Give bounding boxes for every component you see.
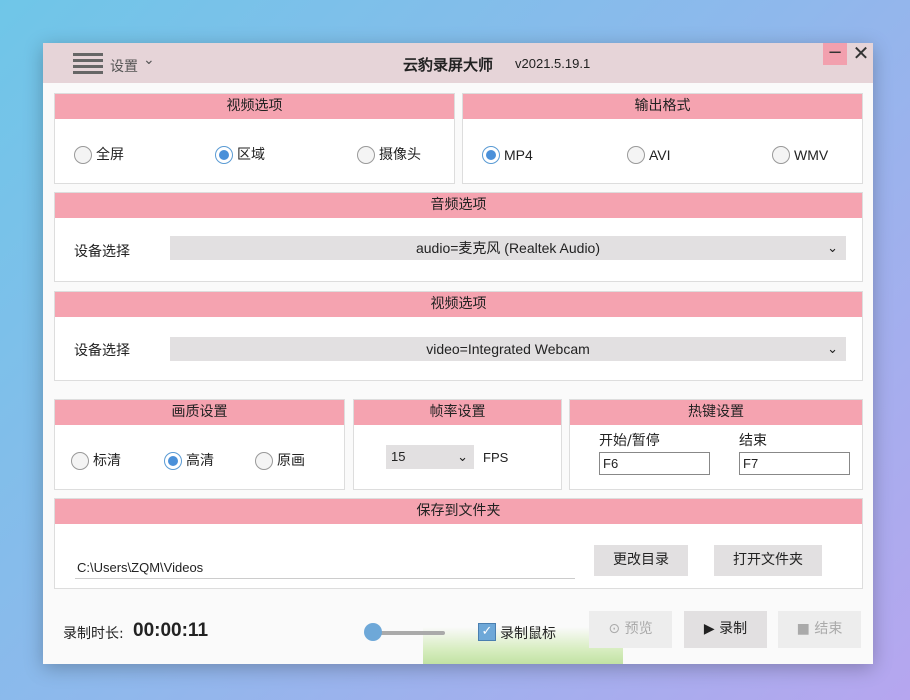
radio-label: 全屏 xyxy=(96,147,124,163)
app-title: 云豹录屏大师 xyxy=(403,56,494,74)
radio-circle xyxy=(255,452,273,470)
radio-circle xyxy=(215,146,233,164)
fps-select[interactable]: 15 ⌄ xyxy=(386,445,474,469)
audio-device-select[interactable]: audio=麦克风 (Realtek Audio) ⌄ xyxy=(170,236,846,260)
radio-hd[interactable]: 高清 xyxy=(164,452,214,470)
panel-title: 热键设置 xyxy=(570,400,862,425)
end-hotkey-input[interactable]: F7 xyxy=(739,452,850,475)
hotkeys-panel: 热键设置 开始/暂停 F6 结束 F7 xyxy=(569,399,863,490)
video-options-panel: 视频选项 全屏 区域 摄像头 xyxy=(54,93,455,184)
duration-value: 00:00:11 xyxy=(133,620,209,641)
quality-panel: 画质设置 标清 高清 原画 xyxy=(54,399,345,490)
app-version: v2021.5.19.1 xyxy=(515,56,591,71)
record-cursor-label[interactable]: 录制鼠标 xyxy=(500,623,556,643)
preview-label: 预览 xyxy=(624,621,653,637)
radio-camera[interactable]: 摄像头 xyxy=(357,146,421,164)
stop-label: 结束 xyxy=(814,621,843,637)
radio-label: 高清 xyxy=(186,453,214,469)
radio-circle xyxy=(357,146,375,164)
audio-options-panel: 音频选项 设备选择 audio=麦克风 (Realtek Audio) ⌄ xyxy=(54,192,863,282)
volume-slider[interactable] xyxy=(373,631,445,635)
video-device-select[interactable]: video=Integrated Webcam ⌄ xyxy=(170,337,846,361)
settings-menu-label[interactable]: 设置 xyxy=(110,56,138,76)
radio-label: 原画 xyxy=(277,453,305,469)
preview-button[interactable]: ⊙ 预览 xyxy=(589,611,672,648)
radio-circle xyxy=(74,146,92,164)
radio-wmv[interactable]: WMV xyxy=(772,146,828,164)
chevron-down-icon: ⌄ xyxy=(827,240,838,255)
device-select-label: 设备选择 xyxy=(74,343,130,359)
chevron-down-icon[interactable]: ⌄ xyxy=(143,52,155,68)
fps-unit: FPS xyxy=(483,450,509,465)
record-label: 录制 xyxy=(719,621,748,637)
radio-label: WMV xyxy=(794,147,829,163)
radio-circle xyxy=(164,452,182,470)
radio-fullscreen[interactable]: 全屏 xyxy=(74,146,124,164)
radio-region[interactable]: 区域 xyxy=(215,146,265,164)
video-device-panel: 视频选项 设备选择 video=Integrated Webcam ⌄ xyxy=(54,291,863,381)
save-path-field[interactable]: C:\Users\ZQM\Videos xyxy=(75,557,575,579)
title-bar: 设置 ⌄ 云豹录屏大师 v2021.5.19.1 − ✕ xyxy=(43,43,873,83)
stop-button[interactable]: ■ 结束 xyxy=(778,611,861,648)
close-button[interactable]: ✕ xyxy=(849,43,873,65)
slider-thumb[interactable] xyxy=(364,623,382,641)
panel-title: 视频选项 xyxy=(55,94,454,119)
panel-title: 视频选项 xyxy=(55,292,862,317)
panel-title: 音频选项 xyxy=(55,193,862,218)
radio-label: 摄像头 xyxy=(379,147,421,163)
panel-title: 帧率设置 xyxy=(354,400,561,425)
save-folder-panel: 保存到文件夹 C:\Users\ZQM\Videos 更改目录 打开文件夹 xyxy=(54,498,863,589)
play-circle-icon: ⊙ xyxy=(608,621,621,637)
chevron-down-icon: ⌄ xyxy=(457,449,468,464)
audio-device-value: audio=麦克风 (Realtek Audio) xyxy=(415,240,601,256)
record-button[interactable]: ▶ 录制 xyxy=(684,611,767,648)
start-hotkey-input[interactable]: F6 xyxy=(599,452,710,475)
bottom-bar: 录制时长: 00:00:11 ✓ 录制鼠标 ⊙ 预览 ▶ 录制 ■ 结束 xyxy=(43,603,873,664)
radio-circle xyxy=(71,452,89,470)
radio-circle xyxy=(627,146,645,164)
radio-label: AVI xyxy=(649,147,671,163)
radio-circle xyxy=(772,146,790,164)
framerate-panel: 帧率设置 15 ⌄ FPS xyxy=(353,399,562,490)
radio-label: MP4 xyxy=(504,147,533,163)
panel-title: 输出格式 xyxy=(463,94,862,119)
end-hotkey-label: 结束 xyxy=(739,433,767,449)
duration-label: 录制时长: xyxy=(63,626,124,642)
radio-sd[interactable]: 标清 xyxy=(71,452,121,470)
change-directory-button[interactable]: 更改目录 xyxy=(594,545,688,576)
open-folder-button[interactable]: 打开文件夹 xyxy=(714,545,822,576)
minimize-button[interactable]: − xyxy=(823,43,847,65)
radio-label: 区域 xyxy=(237,147,265,163)
radio-avi[interactable]: AVI xyxy=(627,146,671,164)
menu-icon[interactable] xyxy=(73,53,103,75)
radio-label: 标清 xyxy=(93,453,121,469)
radio-mp4[interactable]: MP4 xyxy=(482,146,533,164)
output-format-panel: 输出格式 MP4 AVI WMV xyxy=(462,93,863,184)
play-icon: ▶ xyxy=(703,621,715,637)
radio-original[interactable]: 原画 xyxy=(255,452,305,470)
record-cursor-checkbox[interactable]: ✓ xyxy=(478,623,496,641)
panel-title: 画质设置 xyxy=(55,400,344,425)
device-select-label: 设备选择 xyxy=(74,244,130,260)
chevron-down-icon: ⌄ xyxy=(827,341,838,356)
stop-icon: ■ xyxy=(796,621,810,637)
start-hotkey-label: 开始/暂停 xyxy=(599,433,660,449)
fps-value: 15 xyxy=(391,449,406,464)
radio-circle xyxy=(482,146,500,164)
panel-title: 保存到文件夹 xyxy=(55,499,862,524)
app-window: 设置 ⌄ 云豹录屏大师 v2021.5.19.1 − ✕ 视频选项 全屏 区域 … xyxy=(43,43,873,664)
video-device-value: video=Integrated Webcam xyxy=(426,341,590,357)
